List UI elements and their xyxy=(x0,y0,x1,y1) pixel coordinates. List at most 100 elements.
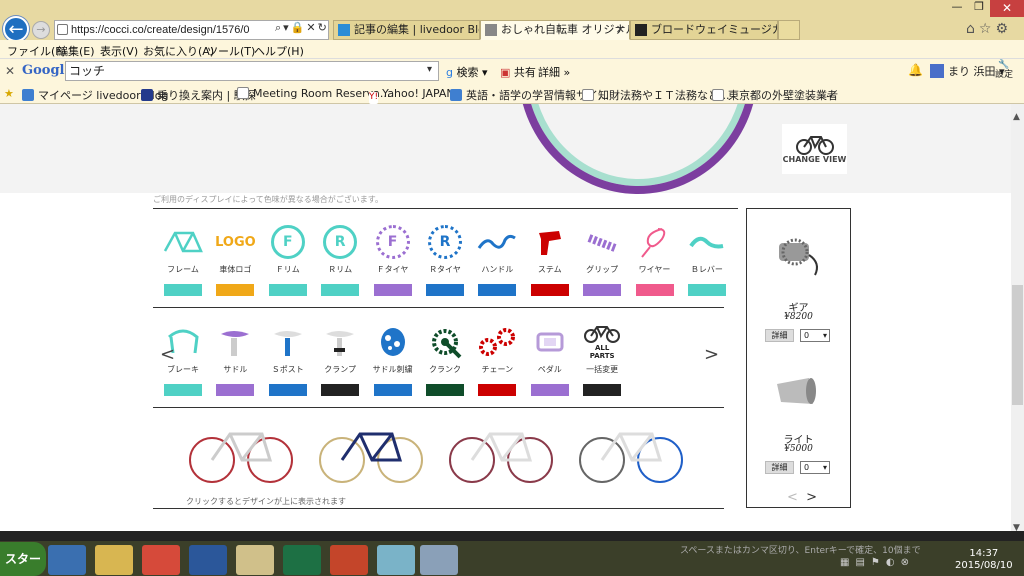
color-swatch[interactable] xyxy=(530,284,569,296)
part-logo[interactable]: LOGO 車体ロゴ xyxy=(210,222,260,296)
part-saddle[interactable]: サドル xyxy=(210,322,260,396)
tab-cocci[interactable]: おしゃれ自転車 オリジナル自…✕ xyxy=(480,20,630,40)
powerpoint-taskbar-icon[interactable] xyxy=(330,545,368,575)
color-swatch[interactable] xyxy=(164,384,202,396)
color-swatch[interactable] xyxy=(478,384,517,396)
color-swatch[interactable] xyxy=(321,384,360,396)
color-swatch[interactable] xyxy=(583,284,622,296)
r-rim-icon: R xyxy=(323,225,358,259)
bike-thumbnail[interactable] xyxy=(186,422,296,484)
panel-next-button[interactable]: > xyxy=(806,490,817,505)
restore-button[interactable]: ❐ xyxy=(966,0,992,16)
part-seatpost[interactable]: Ｓポスト xyxy=(263,322,313,396)
scrollbar-thumb[interactable] xyxy=(1012,285,1023,405)
part-grip[interactable]: グリップ xyxy=(577,222,627,296)
color-swatch[interactable] xyxy=(268,284,307,296)
menu-favorites[interactable]: お気に入り(A) xyxy=(143,43,214,59)
share-button[interactable]: ▣ 共有 xyxy=(500,64,536,80)
google-search-button[interactable]: g 検索 ▾ xyxy=(446,64,488,80)
excel-taskbar-icon[interactable] xyxy=(283,545,321,575)
bike-thumbnail[interactable] xyxy=(316,422,426,484)
menu-tools[interactable]: ツール(T) xyxy=(207,43,255,59)
close-tab-icon[interactable]: ✕ xyxy=(616,21,625,39)
scroll-up-icon[interactable]: ▲ xyxy=(1013,112,1020,122)
more-button[interactable]: 詳細 » xyxy=(538,64,570,80)
part-r-tire[interactable]: R Ｒタイヤ xyxy=(420,222,470,296)
quantity-select[interactable]: 0 ▾ xyxy=(800,329,830,342)
menu-edit[interactable]: 編集(E) xyxy=(57,43,95,59)
fav-item[interactable]: 東京都の外壁塗装業者 xyxy=(712,87,838,103)
part-brake-lever[interactable]: Ｂレバー xyxy=(682,222,732,296)
paint-taskbar-icon[interactable] xyxy=(420,545,458,575)
color-swatch[interactable] xyxy=(216,384,255,396)
part-pedal[interactable]: ペダル xyxy=(525,322,575,396)
color-swatch[interactable] xyxy=(164,284,202,296)
detail-button[interactable]: 詳細 xyxy=(765,329,794,342)
ie-taskbar-icon[interactable] xyxy=(48,545,86,575)
word-taskbar-icon[interactable] xyxy=(189,545,227,575)
explorer-taskbar-icon[interactable] xyxy=(95,545,133,575)
part-r-rim[interactable]: R Ｒリム xyxy=(315,222,365,296)
color-swatch[interactable] xyxy=(373,384,412,396)
color-swatch[interactable] xyxy=(268,384,307,396)
menu-view[interactable]: 表示(V) xyxy=(100,43,138,59)
parts-row-1: フレーム LOGO 車体ロゴ F Ｆリム R Ｒリム F Ｆタイヤ R Ｒタイヤ ハンドル… xyxy=(158,222,732,296)
tab-broadway[interactable]: ブロードウェイミュージカル ピピン | … xyxy=(630,20,778,40)
part-clamp[interactable]: クランプ xyxy=(315,322,365,396)
favicon-icon xyxy=(450,89,462,101)
home-favorites-tools-icons[interactable]: ⌂☆⚙ xyxy=(966,21,1012,37)
part-frame[interactable]: フレーム xyxy=(158,222,208,296)
color-swatch[interactable] xyxy=(478,284,517,296)
color-swatch[interactable] xyxy=(687,284,726,296)
part-crank[interactable]: クランク xyxy=(420,322,470,396)
panel-prev-button[interactable]: < xyxy=(787,490,798,505)
pedal-icon xyxy=(525,322,575,362)
color-swatch[interactable] xyxy=(373,284,412,296)
tray-icons[interactable]: ▦▤⚑◐⊗ xyxy=(840,557,915,568)
bike-thumbnail[interactable] xyxy=(576,422,686,484)
forward-button[interactable]: → xyxy=(32,21,50,39)
bell-icon[interactable]: 🔔 xyxy=(908,63,923,77)
folder-taskbar-icon[interactable] xyxy=(236,545,274,575)
part-f-rim[interactable]: F Ｆリム xyxy=(263,222,313,296)
color-swatch[interactable] xyxy=(425,284,464,296)
detail-button[interactable]: 詳細 xyxy=(765,461,794,474)
tab-blog[interactable]: 記事の編集 | livedoor Blog xyxy=(333,20,480,40)
part-wire[interactable]: ワイヤー xyxy=(630,222,680,296)
color-swatch[interactable] xyxy=(635,284,674,296)
fav-more[interactable]: … xyxy=(822,87,833,100)
carousel-next-button[interactable]: > xyxy=(704,344,719,365)
carousel-prev-button[interactable]: < xyxy=(160,344,175,365)
part-handlebar[interactable]: ハンドル xyxy=(472,222,522,296)
color-swatch[interactable] xyxy=(530,384,569,396)
part-chain[interactable]: チェーン xyxy=(472,322,522,396)
google-search-input[interactable]: コッチ xyxy=(65,61,439,81)
close-window-button[interactable]: ✕ xyxy=(990,0,1024,17)
quantity-select[interactable]: 0 ▾ xyxy=(800,461,830,474)
fav-item[interactable]: 知財法務やＩＴ法務など... xyxy=(582,87,730,103)
part-stem[interactable]: ステム xyxy=(525,222,575,296)
start-button[interactable]: スタート xyxy=(0,542,46,576)
address-actions[interactable]: ⌕▾🔒✕↻ xyxy=(275,21,329,35)
menu-help[interactable]: ヘルプ(H) xyxy=(254,43,304,59)
avatar xyxy=(930,64,944,78)
star-icon[interactable]: ★ xyxy=(4,87,14,100)
color-swatch[interactable] xyxy=(425,384,464,396)
new-tab-button[interactable] xyxy=(778,20,800,40)
color-swatch[interactable] xyxy=(321,284,360,296)
back-button[interactable]: ← xyxy=(3,16,29,42)
bike-thumbnail[interactable] xyxy=(446,422,556,484)
close-toolbar-icon[interactable]: ✕ xyxy=(5,64,15,78)
chrome-taskbar-icon[interactable] xyxy=(142,545,180,575)
clock[interactable]: 14:37 2015/08/10 xyxy=(955,548,1013,572)
fav-item[interactable]: Y! Yahoo! JAPAN xyxy=(369,87,455,104)
fav-item[interactable]: Meeting Room Reserva... xyxy=(237,87,390,100)
part-f-tire[interactable]: F Ｆタイヤ xyxy=(368,222,418,296)
part-saddle-embroidery[interactable]: サドル刺繍 xyxy=(368,322,418,396)
color-swatch[interactable] xyxy=(583,384,622,396)
part-all[interactable]: ALL PARTS 一括変更 xyxy=(577,322,627,396)
app-taskbar-icon[interactable] xyxy=(377,545,415,575)
chevron-down-icon[interactable]: ▾ xyxy=(427,64,432,75)
settings-button[interactable]: 🔧 設定 xyxy=(995,60,1013,80)
color-swatch[interactable] xyxy=(216,284,255,296)
